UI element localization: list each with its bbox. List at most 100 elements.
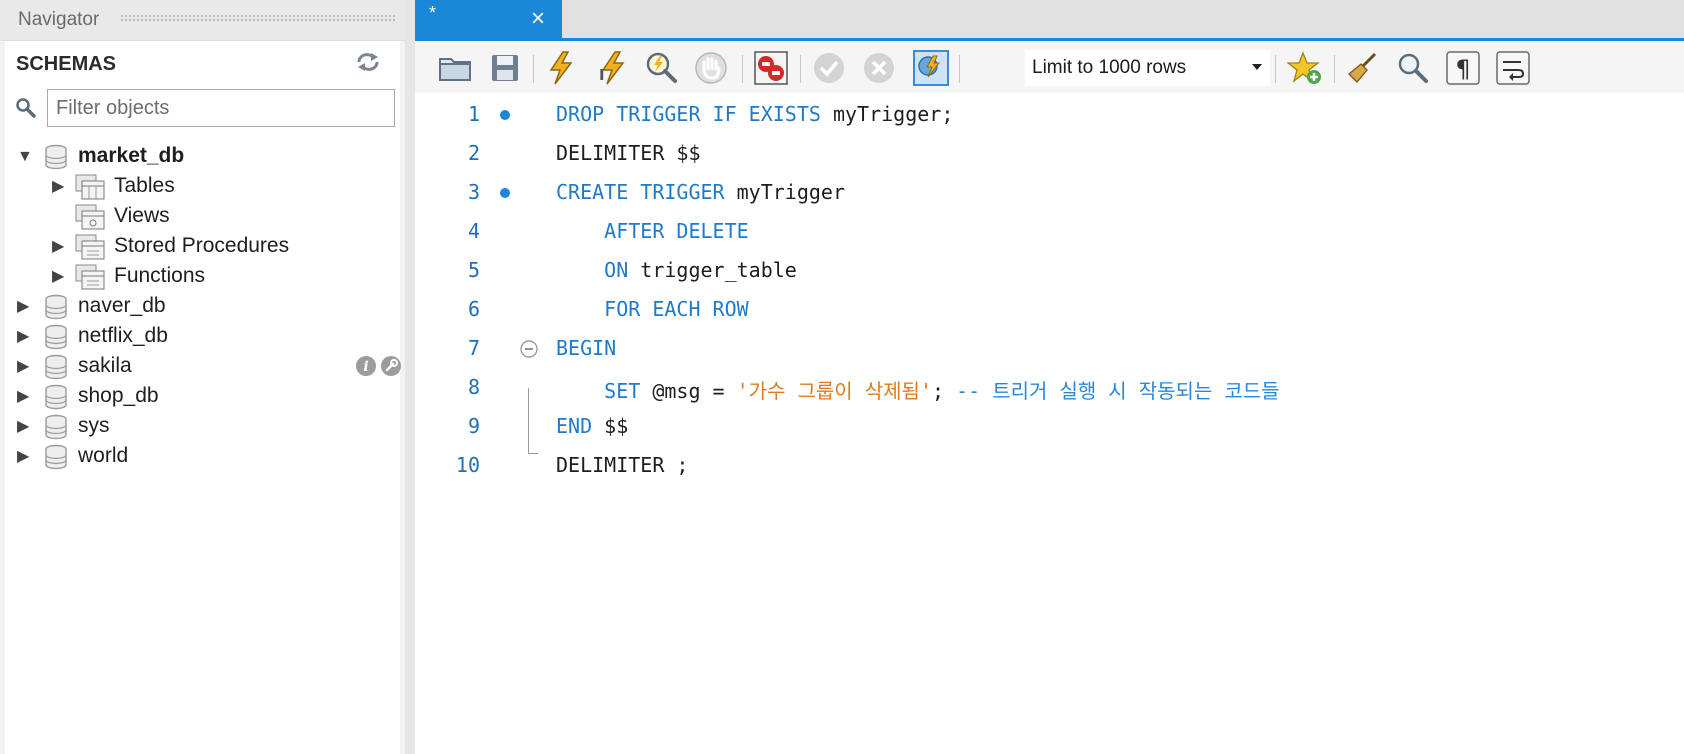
schema-name: world [78, 444, 129, 467]
code-area[interactable]: 1 DROP TRIGGER IF EXISTS myTrigger; 2 DE… [415, 96, 1684, 754]
tree-item-sys[interactable]: ▶ sys [5, 411, 400, 443]
execute-current-icon[interactable]: I [593, 50, 629, 86]
expand-arrow-icon[interactable]: ▶ [52, 267, 64, 287]
tree-item-stored-procedures[interactable]: ▶ Stored Procedures [5, 231, 400, 263]
tab-title: * [429, 3, 437, 23]
expand-arrow-icon[interactable]: ▶ [17, 297, 29, 317]
tree-item-label: Stored Procedures [114, 234, 290, 257]
code-token: ON [556, 258, 641, 282]
chevron-down-icon [1252, 64, 1262, 70]
code-line[interactable]: 2 DELIMITER $$ [415, 135, 1684, 175]
code-token: DELIMITER $$ [556, 141, 701, 165]
fold-collapse-icon[interactable] [520, 340, 538, 358]
code-line[interactable]: 8 SET @msg = '가수 그룹이 삭제됨'; -- 트리거 실행 시 작… [415, 369, 1684, 409]
tree-item-functions[interactable]: ▶ Functions [5, 261, 400, 293]
fold-guide-end [528, 453, 538, 454]
tree-item-netflix-db[interactable]: ▶ netflix_db [5, 321, 400, 353]
tree-item-views[interactable]: Views [5, 201, 400, 233]
tree-item-tables[interactable]: ▶ Tables [5, 171, 400, 203]
limit-rows-select[interactable]: Limit to 1000 rows [1025, 50, 1270, 86]
tree-item-shop-db[interactable]: ▶ shop_db [5, 381, 400, 413]
code-text: BEGIN [556, 336, 616, 360]
schemas-panel: SCHEMAS ▼ market_db [5, 41, 402, 754]
execute-lightning-icon[interactable] [543, 50, 579, 86]
refresh-icon[interactable] [355, 52, 381, 72]
database-icon [43, 384, 69, 410]
collapse-arrow-icon[interactable]: ▼ [17, 147, 33, 167]
code-line[interactable]: 10 DELIMITER ; [415, 447, 1684, 487]
code-token: FOR EACH ROW [556, 297, 749, 321]
code-line[interactable]: 4 AFTER DELETE [415, 213, 1684, 253]
expand-arrow-icon[interactable]: ▶ [17, 327, 29, 347]
code-text: DELIMITER $$ [556, 141, 701, 165]
expand-arrow-icon[interactable]: ▶ [17, 387, 29, 407]
line-number: 6 [467, 297, 480, 321]
expand-arrow-icon[interactable]: ▶ [17, 417, 29, 437]
toolbar-separator [959, 55, 960, 83]
code-text: FOR EACH ROW [556, 297, 749, 321]
stop-icon[interactable] [693, 50, 729, 86]
code-token: $$ [604, 414, 629, 438]
toolbar-separator [1334, 55, 1335, 83]
code-token: DROP TRIGGER IF EXISTS [556, 102, 833, 126]
schemas-label: SCHEMAS [16, 53, 117, 75]
schema-name: naver_db [78, 294, 166, 317]
tab-query[interactable]: * × [415, 0, 562, 40]
beautify-broom-icon[interactable] [1345, 50, 1381, 86]
database-icon [43, 354, 69, 380]
find-magnifier-icon[interactable] [1395, 50, 1431, 86]
code-token: trigger_table [640, 258, 797, 282]
tree-item-naver-db[interactable]: ▶ naver_db [5, 291, 400, 323]
svg-text:I: I [599, 66, 605, 84]
schema-name: netflix_db [78, 324, 168, 347]
open-folder-icon[interactable] [437, 50, 473, 86]
code-line[interactable]: 3 CREATE TRIGGER myTrigger [415, 174, 1684, 214]
code-token: CREATE TRIGGER [556, 180, 737, 204]
schema-name: sakila [78, 354, 132, 377]
wrench-icon[interactable] [380, 355, 402, 377]
filter-objects-input[interactable] [47, 89, 395, 127]
code-token: BEGIN [556, 336, 617, 360]
search-icon [15, 97, 37, 119]
line-number: 10 [455, 453, 480, 477]
autocommit-toggle-icon[interactable] [913, 50, 949, 86]
code-text: AFTER DELETE [556, 219, 749, 243]
invisible-characters-icon[interactable]: ¶ [1445, 50, 1481, 86]
code-line[interactable]: 5 ON trigger_table [415, 252, 1684, 292]
expand-arrow-icon[interactable]: ▶ [17, 447, 29, 467]
code-line[interactable]: 9 END $$ [415, 408, 1684, 448]
code-token: myTrigger; [832, 102, 954, 126]
explain-magnifier-icon[interactable] [643, 50, 679, 86]
code-token: AFTER DELETE [556, 219, 749, 243]
rollback-icon[interactable] [861, 50, 897, 86]
tree-item-label: Views [114, 204, 170, 227]
commit-icon[interactable] [811, 50, 847, 86]
expand-arrow-icon[interactable]: ▶ [52, 177, 64, 197]
tree-item-sakila[interactable]: ▶ sakila i [5, 351, 402, 383]
svg-text:¶: ¶ [1455, 55, 1470, 83]
tree-item-market-db[interactable]: ▼ market_db [5, 141, 400, 173]
code-line[interactable]: 1 DROP TRIGGER IF EXISTS myTrigger; [415, 96, 1684, 136]
code-text: DELIMITER ; [556, 453, 688, 477]
editor-toolbar: I Limit to 1000 rows ¶ [415, 41, 1684, 93]
fold-guide-line [528, 388, 529, 454]
code-line[interactable]: 7 BEGIN [415, 330, 1684, 370]
save-icon[interactable] [487, 50, 523, 86]
tree-item-world[interactable]: ▶ world [5, 441, 400, 473]
drag-grip[interactable] [120, 14, 395, 23]
close-icon[interactable]: × [531, 7, 545, 31]
expand-arrow-icon[interactable]: ▶ [17, 357, 29, 377]
code-token: SET [556, 379, 653, 403]
word-wrap-icon[interactable] [1495, 50, 1531, 86]
expand-arrow-icon[interactable]: ▶ [52, 237, 64, 257]
table-folder-icon [74, 173, 106, 201]
sql-editor: * × I Limit to 1000 rows ¶ 1 DROP TRIGGE… [415, 0, 1684, 754]
code-token: @msg = [652, 379, 737, 403]
panel-splitter[interactable] [405, 0, 415, 754]
toggle-stop-on-error-icon[interactable] [753, 50, 789, 86]
add-snippet-star-icon[interactable] [1286, 50, 1323, 86]
navigator-title-bar[interactable]: Navigator [0, 0, 405, 41]
info-icon[interactable]: i [355, 355, 377, 377]
code-line[interactable]: 6 FOR EACH ROW [415, 291, 1684, 331]
line-number: 2 [467, 141, 480, 165]
